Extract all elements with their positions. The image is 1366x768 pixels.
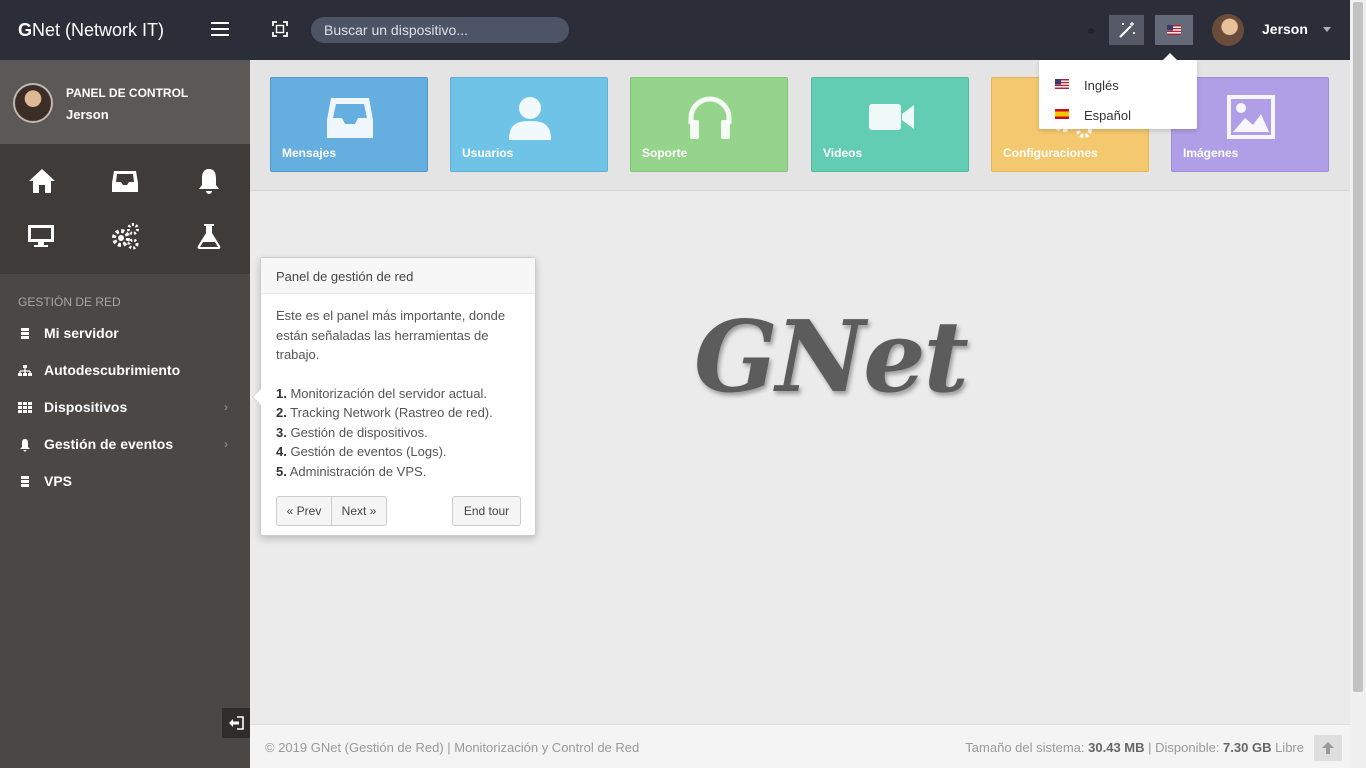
es-flag-icon xyxy=(1055,109,1069,119)
sidebar-item-label: Autodescubrimiento xyxy=(44,362,181,378)
footer: © 2019 GNet (Gestión de Red) | Monitoriz… xyxy=(250,724,1350,768)
sidebar-item-vps[interactable]: VPS xyxy=(0,463,250,499)
tile-soporte[interactable]: Soporte xyxy=(630,77,788,172)
sidebar-item-label: Dispositivos xyxy=(44,399,128,415)
home-icon[interactable] xyxy=(26,165,58,197)
tile-mensajes[interactable]: Mensajes xyxy=(270,77,428,172)
app-brand[interactable]: GNet (Network IT) xyxy=(0,0,250,60)
footer-storage: Tamaño del sistema: 30.43 MB | Disponibl… xyxy=(965,740,1304,755)
sidebar-item-label: VPS xyxy=(44,473,73,489)
arrow-up-icon xyxy=(1322,742,1334,754)
tile-label: Mensajes xyxy=(282,146,337,160)
tour-title: Panel de gestión de red xyxy=(261,258,535,294)
user-menu[interactable]: Jerson xyxy=(1262,21,1308,37)
sidebar-item-autodescubrimiento[interactable]: Autodescubrimiento xyxy=(0,352,250,388)
language-dropdown: Inglés Español xyxy=(1039,53,1197,129)
gears-icon[interactable] xyxy=(109,220,141,252)
image-icon xyxy=(1227,95,1275,139)
tile-label: Soporte xyxy=(642,146,688,160)
tour-step: 2. Tracking Network (Rastreo de red). xyxy=(276,405,493,420)
tile-usuarios[interactable]: Usuarios xyxy=(450,77,608,172)
server-icon xyxy=(21,476,29,487)
scrollbar-thumb[interactable] xyxy=(1353,2,1363,692)
system-size-value: 30.43 MB xyxy=(1088,740,1145,755)
tour-content: Este es el panel más importante, donde e… xyxy=(261,294,535,481)
tile-videos[interactable]: Videos xyxy=(811,77,969,172)
language-option-es[interactable]: Español xyxy=(1039,96,1197,126)
tile-label: Imágenes xyxy=(1183,146,1239,160)
headphones-icon xyxy=(688,96,732,139)
sidebar: GNet (Network IT) PANEL DE CONTROL Jerso… xyxy=(0,0,250,768)
tour-step: 3. Gestión de dispositivos. xyxy=(276,424,428,440)
collapse-sidebar-button[interactable] xyxy=(222,708,250,738)
avatar[interactable] xyxy=(13,83,53,123)
inbox-icon xyxy=(327,98,373,138)
grid-icon xyxy=(18,402,32,413)
language-option-label: Inglés xyxy=(1084,78,1119,93)
tour-step: 4. Gestión de eventos (Logs). xyxy=(276,444,447,459)
sidebar-item-mi-servidor[interactable]: Mi servidor xyxy=(0,315,250,351)
free-space-value: 7.30 GB xyxy=(1223,740,1272,755)
chevron-right-icon: › xyxy=(224,437,228,451)
sidebar-item-gestion-eventos[interactable]: Gestión de eventos › xyxy=(0,426,250,462)
caret-down-icon[interactable] xyxy=(1323,27,1331,32)
tour-step: 5. Administración de VPS. xyxy=(276,463,427,479)
tile-label: Configuraciones xyxy=(1003,146,1098,160)
user-avatar[interactable] xyxy=(1212,14,1244,46)
search-input[interactable] xyxy=(311,17,569,43)
expand-icon[interactable] xyxy=(272,21,288,37)
sidebar-item-dispositivos[interactable]: Dispositivos › xyxy=(0,389,250,425)
profile-name: Jerson xyxy=(66,107,109,122)
shortcut-grid xyxy=(0,144,250,274)
scrollbar[interactable] xyxy=(1350,0,1366,768)
brand-rest: Net (Network IT) xyxy=(32,20,165,40)
brand-bold: G xyxy=(18,20,33,40)
tile-label: Videos xyxy=(823,146,863,160)
us-flag-icon xyxy=(1167,25,1181,35)
profile-panel: PANEL DE CONTROL Jerson xyxy=(0,60,250,144)
flask-icon[interactable] xyxy=(193,220,225,252)
tile-label: Usuarios xyxy=(462,146,514,160)
tour-popover: Panel de gestión de red Este es el panel… xyxy=(252,257,536,536)
hamburger-menu-icon[interactable] xyxy=(211,22,229,36)
sidebar-item-label: Gestión de eventos xyxy=(44,436,174,452)
tour-intro: Este es el panel más importante, donde e… xyxy=(276,308,506,362)
magic-wand-button[interactable] xyxy=(1109,15,1144,45)
tour-step: 1. Monitorización del servidor actual. xyxy=(276,385,487,401)
status-indicator xyxy=(1088,28,1094,34)
video-camera-icon xyxy=(869,104,914,130)
profile-title: PANEL DE CONTROL xyxy=(66,86,189,100)
scroll-top-button[interactable] xyxy=(1314,735,1342,761)
gnet-logo: GNet xyxy=(694,300,969,415)
server-icon xyxy=(21,328,29,339)
language-option-label: Español xyxy=(1084,108,1131,123)
inbox-icon[interactable] xyxy=(109,165,141,197)
sidebar-item-label: Mi servidor xyxy=(44,325,119,341)
bell-icon xyxy=(20,439,30,452)
footer-copyright: © 2019 GNet (Gestión de Red) | Monitoriz… xyxy=(265,740,640,755)
us-flag-icon xyxy=(1055,79,1069,89)
desktop-icon[interactable] xyxy=(25,220,57,252)
language-option-en[interactable]: Inglés xyxy=(1039,66,1197,96)
language-button[interactable] xyxy=(1155,15,1193,45)
tour-prev-button[interactable]: « Prev xyxy=(276,496,332,526)
magic-wand-icon xyxy=(1119,22,1135,38)
chevron-right-icon: › xyxy=(224,400,228,414)
section-title: GESTIÓN DE RED xyxy=(18,295,121,309)
sitemap-icon xyxy=(18,365,32,376)
top-bar: Jerson xyxy=(250,0,1350,60)
user-icon xyxy=(509,97,551,140)
tour-end-button[interactable]: End tour xyxy=(452,496,521,526)
tour-next-button[interactable]: Next » xyxy=(331,496,387,526)
sign-out-icon xyxy=(229,716,244,730)
bell-icon[interactable] xyxy=(193,165,225,197)
